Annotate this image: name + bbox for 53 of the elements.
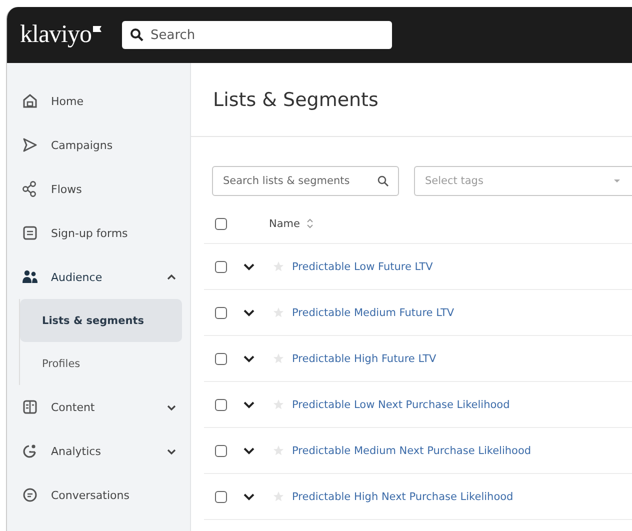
nav-item[interactable]: Content xyxy=(7,385,190,429)
search-field[interactable]: Search lists & segments xyxy=(212,166,399,196)
nav-subitem[interactable]: Profiles xyxy=(20,342,182,385)
expand-button[interactable] xyxy=(243,308,255,316)
expand-button[interactable] xyxy=(243,400,255,408)
content-icon xyxy=(21,398,39,416)
expand-button[interactable] xyxy=(243,262,255,270)
nav-item[interactable]: Home xyxy=(7,79,190,123)
star-icon[interactable] xyxy=(273,353,284,364)
nav-item[interactable]: Audience xyxy=(7,255,190,299)
nav-item[interactable]: Analytics xyxy=(7,429,190,473)
segment-link[interactable]: Predictable Low Future LTV xyxy=(292,260,433,272)
home-icon xyxy=(21,92,39,110)
checkbox[interactable] xyxy=(215,398,227,410)
checkbox[interactable] xyxy=(215,490,227,502)
segment-link[interactable]: Predictable Medium Next Purchase Likelihood xyxy=(292,444,532,456)
checkbox[interactable] xyxy=(215,218,227,230)
send-icon xyxy=(21,136,39,154)
expand-button[interactable] xyxy=(243,446,255,454)
search-icon xyxy=(377,175,389,187)
star-icon[interactable] xyxy=(273,307,284,318)
checkbox[interactable] xyxy=(215,444,227,456)
klaviyo-logo[interactable]: klaviyo xyxy=(20,21,102,49)
nav-item[interactable]: Flows xyxy=(7,167,190,211)
nav-item[interactable]: Sign-up forms xyxy=(7,211,190,255)
segment-link[interactable]: Predictable High Next Purchase Likelihood xyxy=(292,490,514,502)
star-icon[interactable] xyxy=(273,491,284,502)
nav-item[interactable]: Campaigns xyxy=(7,123,190,167)
search-field[interactable]: Search xyxy=(122,21,392,49)
flows-icon xyxy=(21,180,39,198)
analytics-icon xyxy=(21,442,39,460)
star-icon[interactable] xyxy=(273,445,284,456)
chat-icon xyxy=(21,486,39,504)
page-title: Lists & Segments xyxy=(191,63,632,137)
expand-button[interactable] xyxy=(243,492,255,500)
column-header[interactable]: Name xyxy=(269,218,300,230)
checkbox[interactable] xyxy=(215,352,227,364)
checkbox[interactable] xyxy=(215,260,227,272)
search-icon xyxy=(130,28,144,42)
expand-button[interactable] xyxy=(243,354,255,362)
star-icon[interactable] xyxy=(273,399,284,410)
segment-link[interactable]: Predictable Medium Future LTV xyxy=(292,306,454,318)
segment-link[interactable]: Predictable Low Next Purchase Likelihood xyxy=(292,398,510,410)
sort-icon xyxy=(306,218,314,229)
checkbox[interactable] xyxy=(215,306,227,318)
tags-dropdown[interactable]: Select tags xyxy=(414,166,632,196)
caret-down-icon xyxy=(613,178,621,184)
segment-link[interactable]: Predictable High Future LTV xyxy=(292,352,436,364)
nav-item[interactable]: Conversations xyxy=(7,473,190,517)
nav-subitem[interactable]: Lists & segments xyxy=(20,299,182,342)
form-icon xyxy=(21,224,39,242)
people-icon xyxy=(21,268,39,286)
star-icon[interactable] xyxy=(273,261,284,272)
